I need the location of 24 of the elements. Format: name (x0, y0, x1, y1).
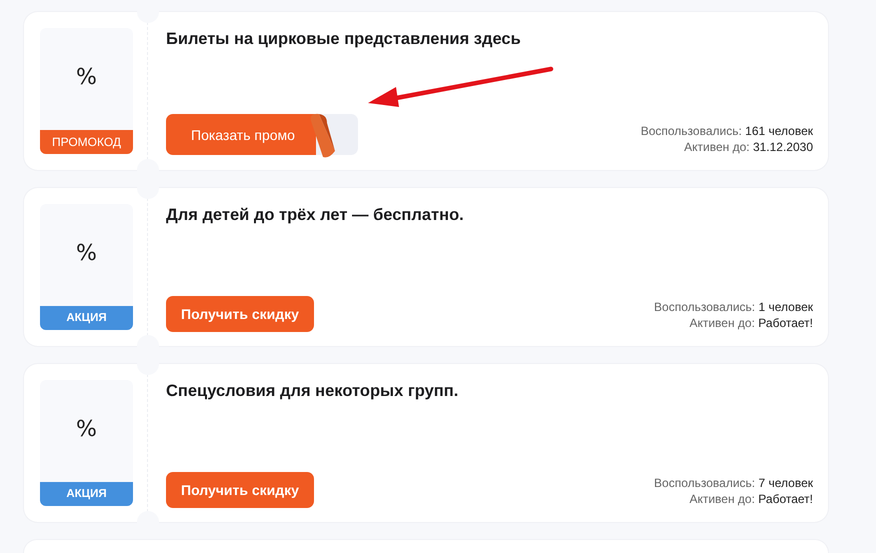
get-discount-button[interactable]: Получить скидку (166, 296, 314, 332)
stat-label: Активен до: (689, 316, 755, 330)
stat-value: 7 человек (758, 476, 813, 490)
offer-badge: АКЦИЯ (40, 306, 133, 330)
get-discount-button[interactable]: Получить скидку (166, 472, 314, 508)
offer-title: Спецусловия для некоторых групп. (166, 382, 460, 401)
stat-value: Работает! (758, 316, 813, 330)
percent-symbol: % (76, 416, 97, 444)
offer-badge: ПРОМОКОД (40, 130, 133, 154)
show-promo-button[interactable]: Показать промо (166, 114, 358, 155)
stat-label: Воспользовались: (654, 476, 756, 490)
stat-value: 1 человек (758, 300, 813, 314)
stat-value: 31.12.2030 (752, 140, 813, 154)
offer-badge: АКЦИЯ (40, 482, 133, 506)
offer-title: Билеты на цирковые представления здесь (166, 30, 522, 49)
stat-label: Воспользовались: (640, 124, 742, 138)
stat-value: 161 человек (745, 124, 813, 138)
stat-label: Воспользовались: (654, 300, 756, 314)
stat-value: Работает! (758, 492, 813, 506)
stat-label: Активен до: (689, 492, 755, 506)
offer-title: Для детей до трёх лет — бесплатно. (166, 206, 465, 225)
stat-label: Активен до: (684, 140, 750, 154)
percent-symbol: % (76, 64, 97, 92)
percent-symbol: % (76, 240, 97, 268)
